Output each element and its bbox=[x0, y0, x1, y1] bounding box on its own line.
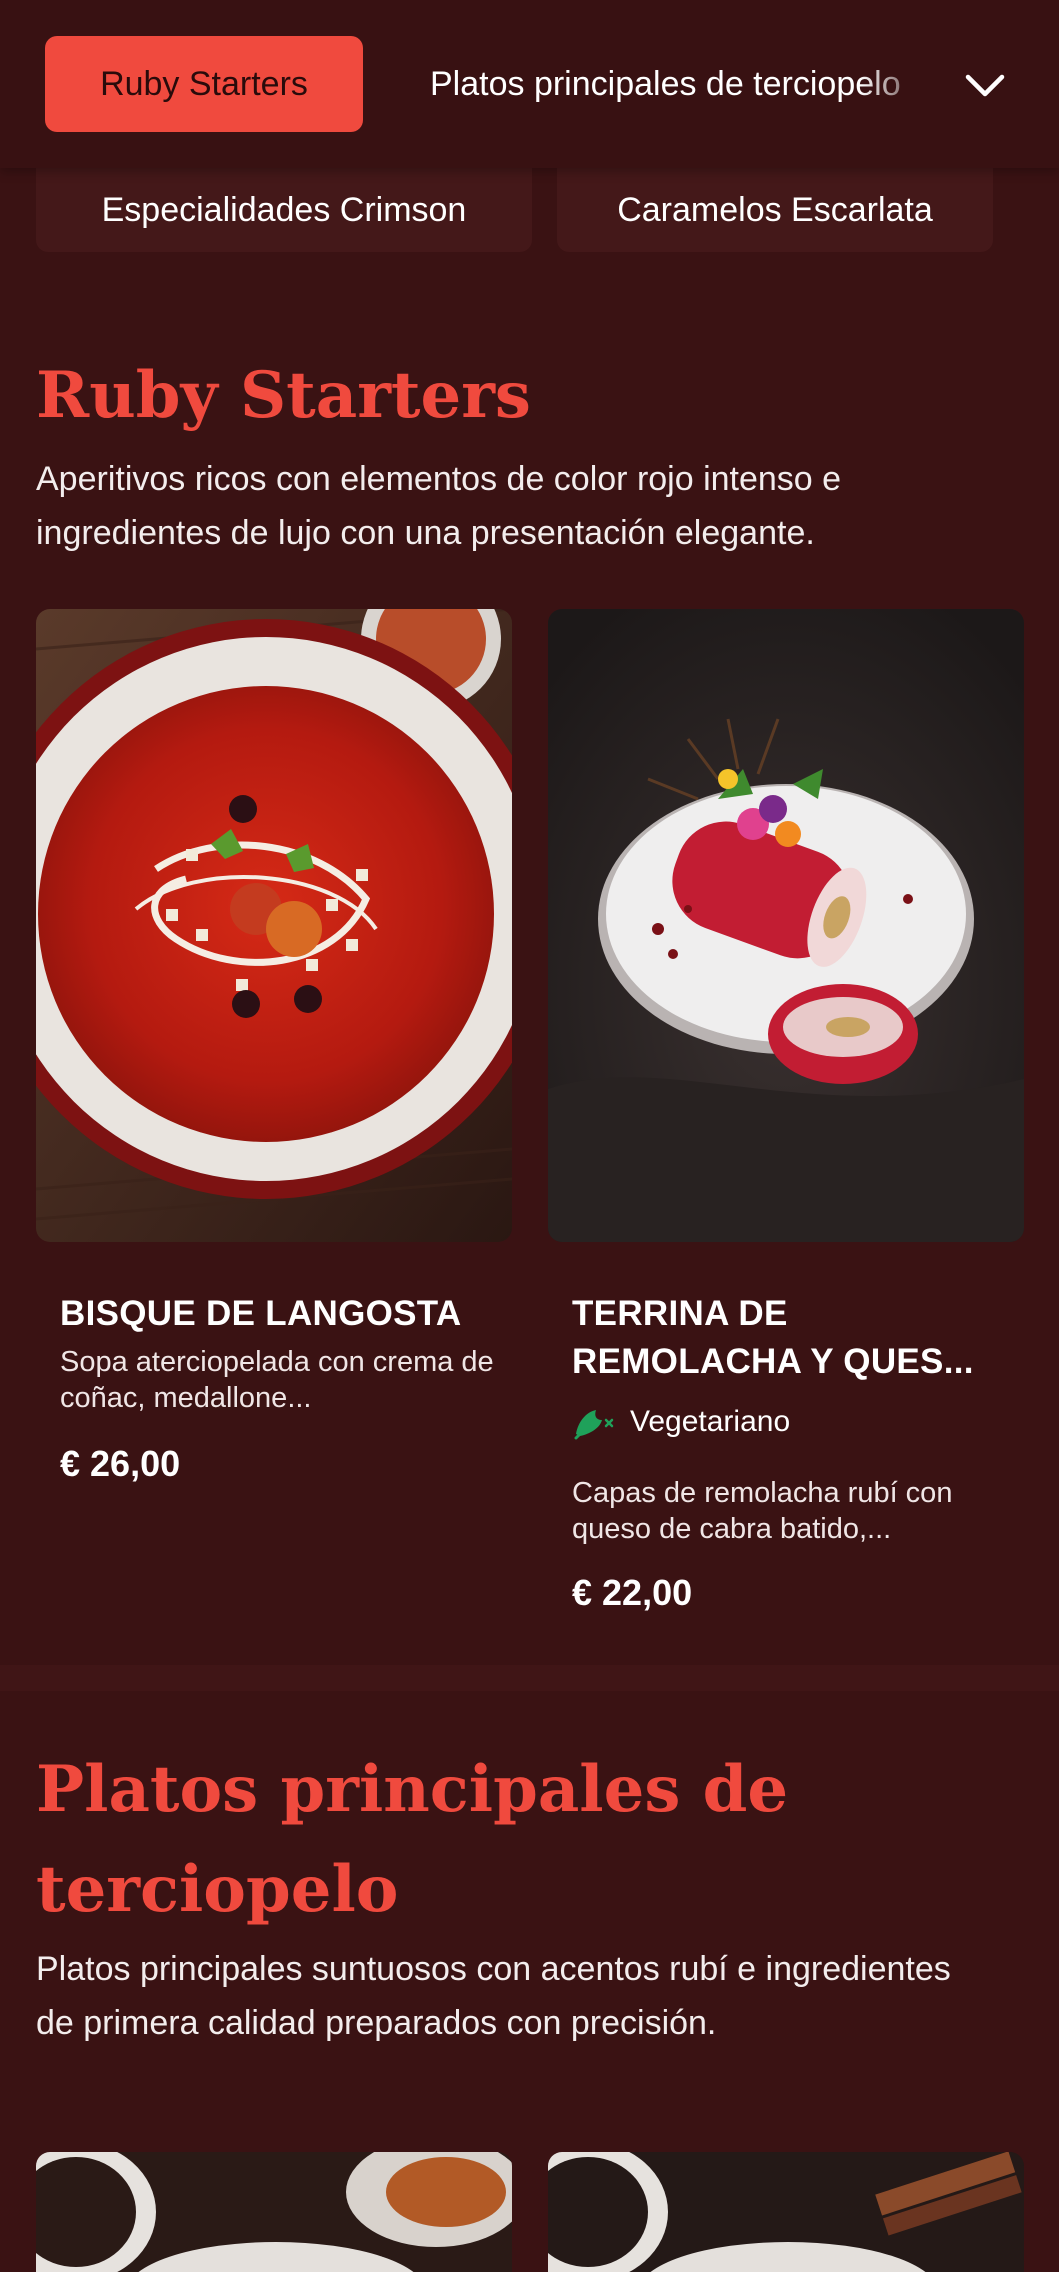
section-title: Ruby Starters bbox=[36, 358, 531, 433]
category-chips: Especialidades Crimson Caramelos Escarla… bbox=[0, 168, 1059, 252]
vegetarian-label: Vegetariano bbox=[630, 1405, 791, 1438]
nav-fade bbox=[860, 36, 950, 132]
tab-ruby-starters[interactable]: Ruby Starters bbox=[45, 36, 363, 132]
item-price: € 26,00 bbox=[60, 1443, 181, 1484]
section-description: Aperitivos ricos con elementos de color … bbox=[36, 460, 842, 552]
item-name[interactable]: TERRINA DE REMOLACHA Y QUES... bbox=[572, 1290, 1002, 1386]
vegetarian-icon bbox=[574, 1410, 614, 1440]
section-divider bbox=[0, 1665, 1059, 1691]
vegetarian-tag: Vegetariano bbox=[572, 1400, 790, 1444]
section-title: Platos principales de terciopelo bbox=[36, 1752, 789, 1927]
item-description: Sopa aterciopelada con crema de coñac, m… bbox=[60, 1346, 494, 1414]
dish-image[interactable] bbox=[36, 2152, 512, 2272]
dish-image[interactable] bbox=[548, 2152, 1024, 2272]
item-price: € 22,00 bbox=[572, 1572, 693, 1613]
item-name[interactable]: BISQUE DE LANGOSTA bbox=[60, 1290, 500, 1338]
chevron-down-icon[interactable] bbox=[960, 60, 1010, 110]
section-description: Platos principales suntuosos con acentos… bbox=[36, 1950, 951, 2042]
terrine-image[interactable] bbox=[548, 609, 1024, 1242]
bisque-image[interactable] bbox=[36, 609, 512, 1242]
category-nav: Ruby Starters Platos principales de terc… bbox=[0, 0, 1059, 168]
chip-caramelos-escarlata[interactable]: Caramelos Escarlata bbox=[557, 168, 993, 252]
chip-especialidades-crimson[interactable]: Especialidades Crimson bbox=[36, 168, 532, 252]
item-description: Capas de remolacha rubí con queso de cab… bbox=[572, 1477, 953, 1545]
